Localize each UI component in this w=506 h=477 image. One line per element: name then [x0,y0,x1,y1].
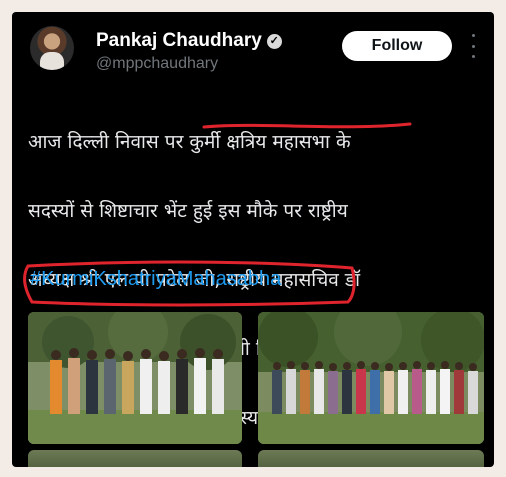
photo-left[interactable] [28,312,242,444]
avatar[interactable] [30,26,74,70]
photo-right[interactable] [258,312,484,444]
author-name-row[interactable]: Pankaj Chaudhary ✓ [96,30,282,52]
photo-bottom-right[interactable] [258,450,484,467]
verified-badge-icon: ✓ [266,33,282,49]
red-circle-annotation [23,260,356,307]
tweet-line: सदस्यों से शिष्टाचार भेंट हुई इस मौके पर… [28,199,348,222]
follow-button[interactable]: Follow [342,31,452,61]
tweet-card: Pankaj Chaudhary ✓ @mppchaudhary Follow … [12,12,494,467]
red-underline-annotation [202,122,412,129]
more-vertical-icon[interactable] [468,34,478,58]
author-handle[interactable]: @mppchaudhary [96,55,218,73]
author-name[interactable]: Pankaj Chaudhary [96,30,262,52]
photo-bottom-left[interactable] [28,450,242,467]
